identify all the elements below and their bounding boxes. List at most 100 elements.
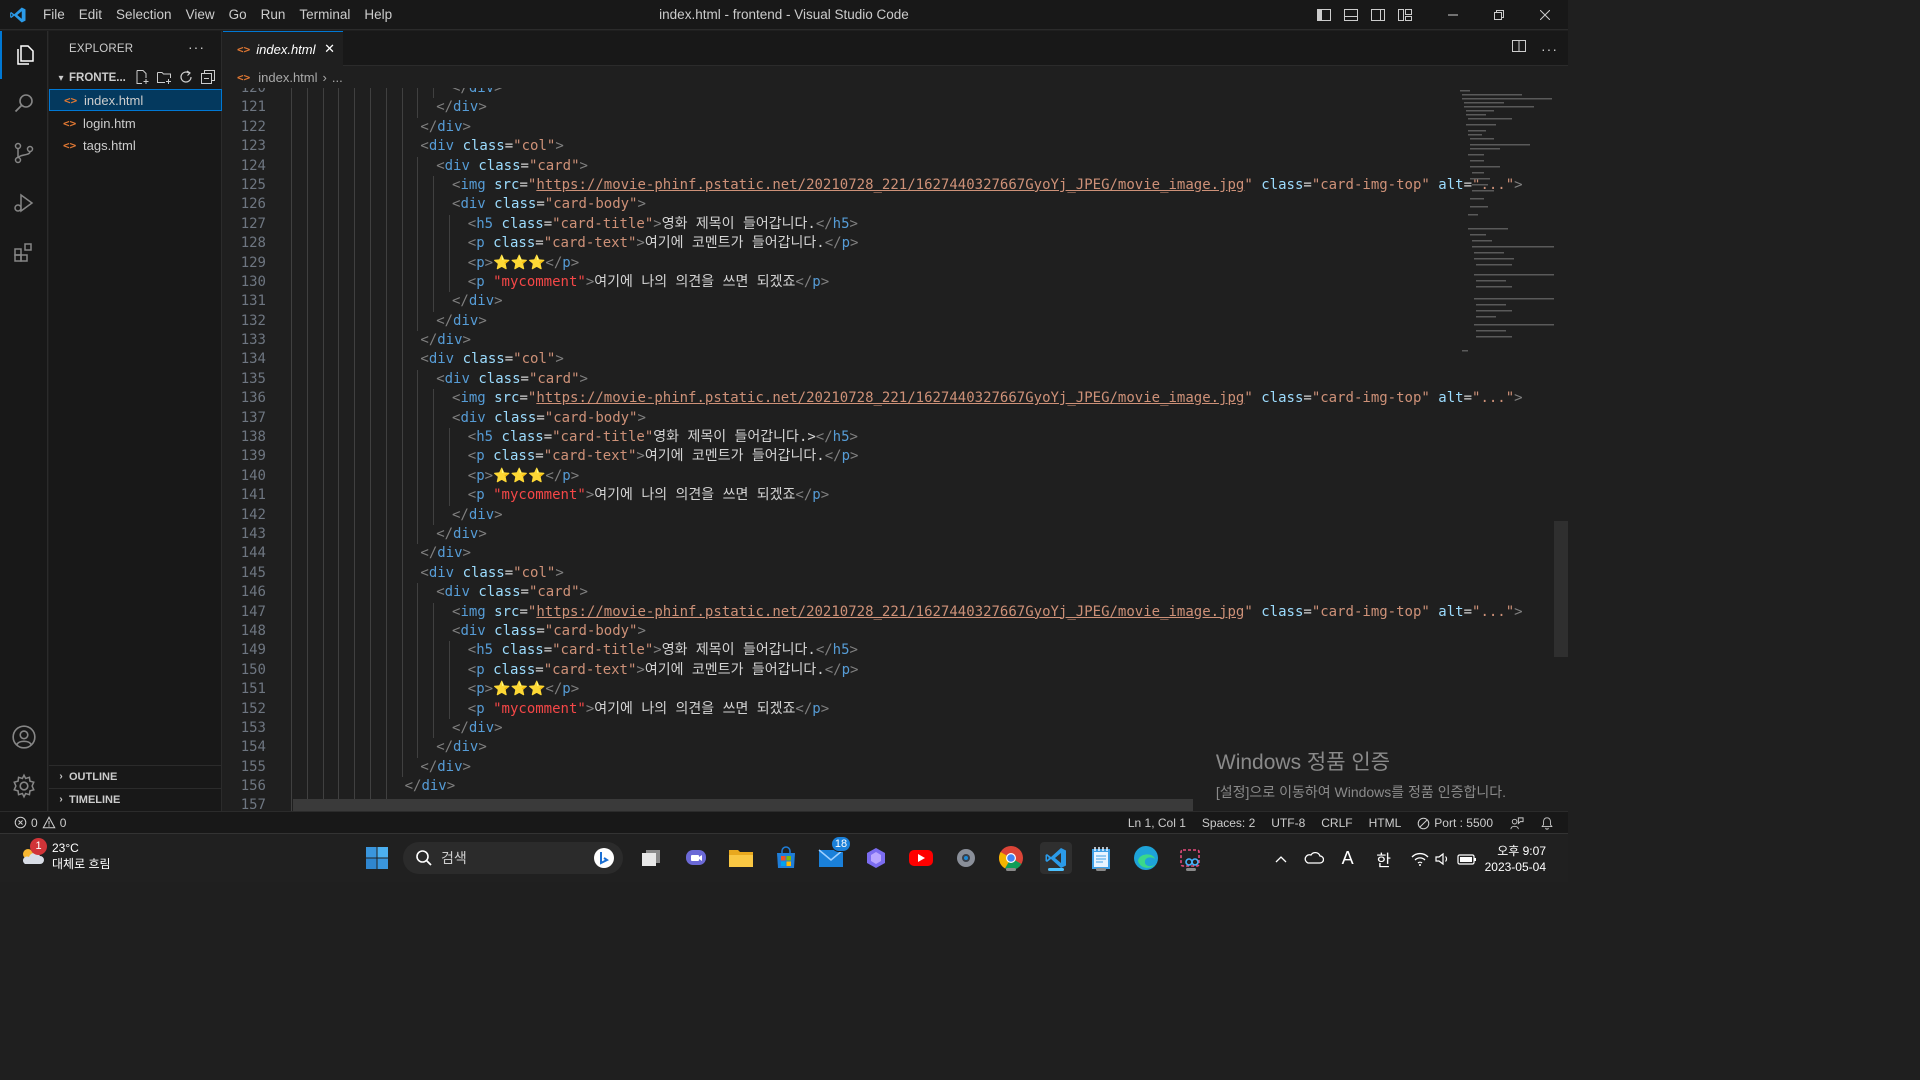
source-control-icon[interactable] (0, 129, 48, 177)
show-hidden-icons-chevron-up-icon[interactable] (1265, 852, 1297, 866)
encoding[interactable]: UTF-8 (1263, 816, 1313, 830)
menu-selection[interactable]: Selection (109, 0, 179, 30)
restore-button[interactable] (1476, 0, 1522, 30)
code-line[interactable]: 139 <p class="card-text">여기에 코멘트가 들어갑니다.<… (223, 447, 1568, 467)
code-line[interactable]: 151 <p>⭐⭐⭐</p> (223, 680, 1568, 700)
code-line[interactable]: 122 </div> (223, 117, 1568, 138)
start-windows-icon[interactable] (361, 842, 393, 874)
code-line[interactable]: 135 <div class="card"> (223, 369, 1568, 390)
code-line[interactable]: 132 </div> (223, 311, 1568, 332)
timeline-panel-header[interactable]: › TIMELINE (49, 788, 222, 810)
vscode-taskbar-icon[interactable] (1040, 842, 1072, 874)
folder-header[interactable]: ▾ FRONTE... (49, 67, 222, 89)
problems-indicator[interactable]: 0 0 (0, 816, 66, 830)
menu-edit[interactable]: Edit (72, 0, 109, 30)
code-line[interactable]: 130 <p "mycomment">여기에 나의 의견을 쓰면 되겠죠</p> (223, 272, 1568, 293)
minimize-button[interactable] (1430, 0, 1476, 30)
breadcrumb-file[interactable]: index.html (258, 70, 317, 85)
more-actions-icon[interactable]: ··· (188, 39, 205, 55)
code-line[interactable]: 137 <div class="card-body"> (223, 408, 1568, 429)
code-line[interactable]: 128 <p class="card-text">여기에 코멘트가 들어갑니다.<… (223, 234, 1568, 254)
code-line[interactable]: 136 <img src="https://movie-phinf.pstatic… (223, 389, 1568, 409)
manage-gear-icon[interactable] (0, 762, 48, 810)
code-line[interactable]: 145 <div class="col"> (223, 563, 1568, 584)
code-line[interactable]: 150 <p class="card-text">여기에 코멘트가 들어갑니다.<… (223, 660, 1568, 681)
menu-terminal[interactable]: Terminal (292, 0, 357, 30)
menu-help[interactable]: Help (357, 0, 399, 30)
code-line[interactable]: 146 <div class="card"> (223, 583, 1568, 603)
mail-icon[interactable]: 18 (815, 836, 851, 874)
code-url-link[interactable]: https://movie-phinf.pstatic.net/20210728… (536, 390, 1244, 406)
search-icon[interactable] (0, 79, 48, 127)
outline-panel-header[interactable]: › OUTLINE (49, 765, 222, 787)
customize-layout-icon[interactable] (1391, 0, 1418, 30)
new-folder-icon[interactable] (156, 69, 172, 88)
code-line[interactable]: 144 </div> (223, 544, 1568, 564)
task-view-icon[interactable] (635, 842, 667, 874)
code-line[interactable]: 124 <div class="card"> (223, 156, 1568, 176)
code-line[interactable]: 133 </div> (223, 331, 1568, 351)
copilot-app-icon[interactable] (860, 842, 892, 874)
notepad-icon[interactable] (1085, 842, 1117, 874)
code-line[interactable]: 142 </div> (223, 505, 1568, 525)
code-url-link[interactable]: https://movie-phinf.pstatic.net/20210728… (536, 177, 1244, 193)
end-of-line[interactable]: CRLF (1313, 816, 1360, 830)
horizontal-scrollbar[interactable] (293, 799, 1193, 811)
code-line[interactable]: 147 <img src="https://movie-phinf.pstatic… (223, 602, 1568, 622)
toggle-panel-icon[interactable] (1337, 0, 1364, 30)
teams-chat-icon[interactable] (680, 842, 712, 874)
indentation[interactable]: Spaces: 2 (1194, 816, 1263, 830)
tab-index-html[interactable]: <> index.html ✕ (223, 31, 343, 66)
code-line[interactable]: 120 </div> (223, 88, 1568, 99)
code-line[interactable]: 140 <p>⭐⭐⭐</p> (223, 466, 1568, 487)
code-line[interactable]: 153 </div> (223, 718, 1568, 739)
code-line[interactable]: 131 </div> (223, 292, 1568, 312)
file-tags-html[interactable]: <> tags.html (49, 134, 222, 156)
quick-settings[interactable] (1403, 852, 1485, 866)
language-mode[interactable]: HTML (1361, 816, 1410, 830)
youtube-icon[interactable] (905, 842, 937, 874)
cursor-position[interactable]: Ln 1, Col 1 (1120, 816, 1194, 830)
taskbar-clock[interactable]: 오후 9:07 2023-05-04 (1485, 843, 1568, 875)
file-login-htm[interactable]: <> login.htm (49, 112, 222, 134)
menu-file[interactable]: File (36, 0, 72, 30)
settings-gear-icon[interactable] (950, 842, 982, 874)
collapse-all-icon[interactable] (200, 69, 216, 88)
file-explorer-icon[interactable] (725, 842, 757, 874)
vertical-scrollbar[interactable] (1554, 521, 1568, 657)
chrome-icon[interactable] (995, 842, 1027, 874)
microsoft-store-icon[interactable] (770, 842, 802, 874)
code-line[interactable]: 143 </div> (223, 524, 1568, 545)
code-editor[interactable]: 120 </div> 121 </div> 122 </div> 123 <div class… (223, 88, 1568, 811)
edge-icon[interactable] (1130, 842, 1162, 874)
onedrive-cloud-icon[interactable] (1297, 850, 1331, 867)
ime-language[interactable]: 한 (1365, 847, 1403, 871)
explorer-icon[interactable] (0, 31, 48, 79)
menu-go[interactable]: Go (222, 0, 254, 30)
close-window-button[interactable] (1522, 0, 1568, 30)
file-index-html[interactable]: <> index.html (49, 89, 222, 111)
refresh-icon[interactable] (178, 69, 194, 88)
code-line[interactable]: 152 <p "mycomment">여기에 나의 의견을 쓰면 되겠죠</p> (223, 699, 1568, 719)
minimap[interactable] (1458, 88, 1554, 358)
code-line[interactable]: 123 <div class="col"> (223, 137, 1568, 157)
close-tab-icon[interactable]: ✕ (324, 41, 335, 57)
breadcrumb-more[interactable]: ... (332, 70, 343, 85)
notifications-bell-icon[interactable] (1532, 816, 1568, 830)
bing-icon[interactable] (593, 847, 615, 872)
live-server-port[interactable]: Port : 5500 (1409, 816, 1501, 830)
code-line[interactable]: 125 <img src="https://movie-phinf.pstatic… (223, 175, 1568, 196)
code-line[interactable]: 121 </div> (223, 98, 1568, 118)
code-line[interactable]: 127 <h5 class="card-title">영화 제목이 들어갑니다.<… (223, 214, 1568, 235)
accounts-icon[interactable] (0, 713, 48, 761)
code-line[interactable]: 129 <p>⭐⭐⭐</p> (223, 253, 1568, 273)
extensions-icon[interactable] (0, 229, 48, 277)
menu-run[interactable]: Run (254, 0, 293, 30)
weather-widget[interactable]: 1 23°C 대체로 흐림 (18, 838, 111, 872)
feedback-icon[interactable] (1501, 816, 1532, 831)
snipping-tool-icon[interactable] (1175, 842, 1207, 874)
code-line[interactable]: 141 <p "mycomment">여기에 나의 의견을 쓰면 되겠죠</p> (223, 486, 1568, 506)
split-editor-icon[interactable] (1511, 38, 1527, 59)
toggle-secondary-sidebar-icon[interactable] (1364, 0, 1391, 30)
code-url-link[interactable]: https://movie-phinf.pstatic.net/20210728… (536, 604, 1244, 620)
